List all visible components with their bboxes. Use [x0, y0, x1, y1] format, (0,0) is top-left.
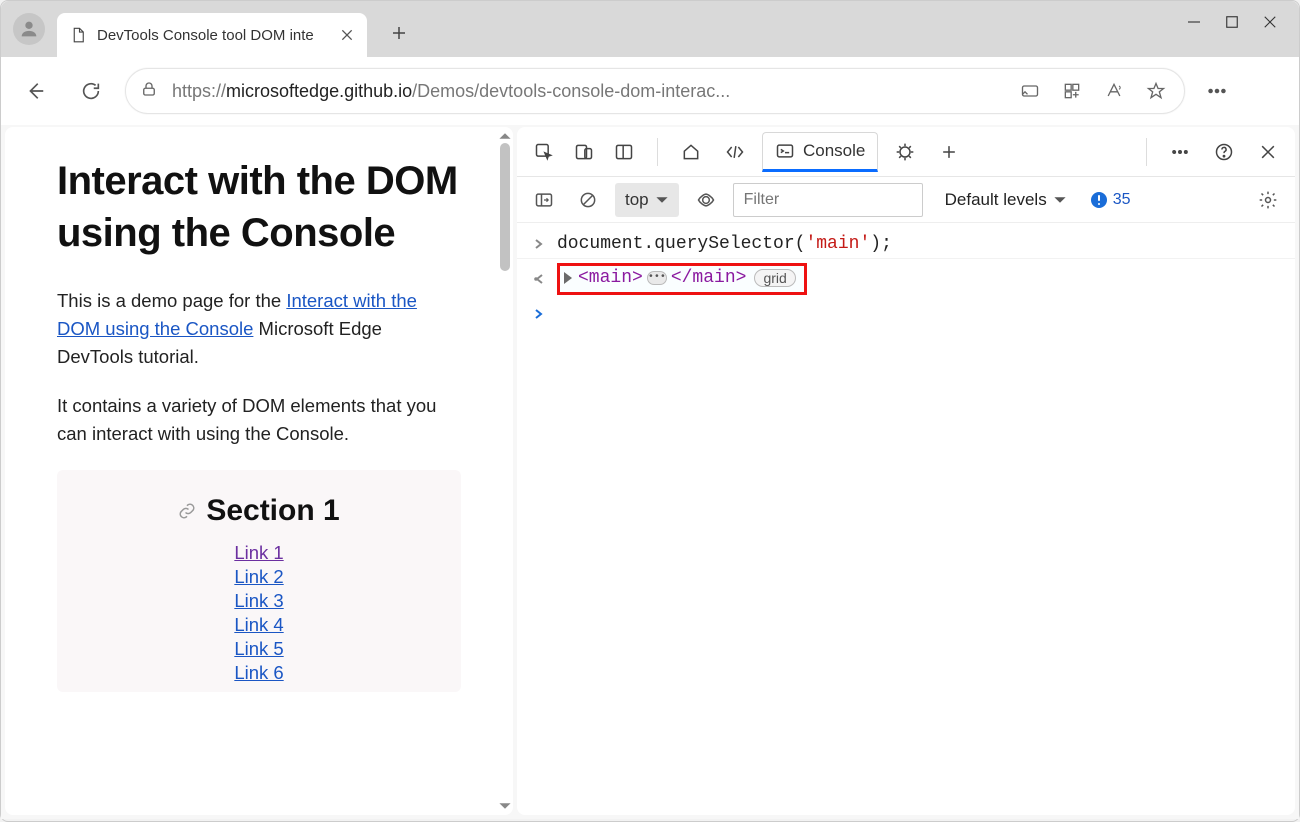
section-1: Section 1 Link 1 Link 2 Link 3 Link 4 Li… — [57, 470, 461, 692]
output-chevron-icon — [531, 273, 547, 285]
collections-icon[interactable] — [1058, 77, 1086, 105]
console-input-row: document.querySelector('main'); — [517, 229, 1295, 259]
input-chevron-icon — [531, 238, 547, 250]
prompt-chevron-icon — [531, 308, 547, 320]
devtools-help-button[interactable] — [1207, 135, 1241, 169]
execution-context-selector[interactable]: top — [615, 183, 679, 217]
enter-immersive-reader-icon[interactable] — [1016, 77, 1044, 105]
scrollbar-thumb[interactable] — [500, 143, 510, 271]
page-icon — [69, 26, 87, 44]
expand-triangle-icon[interactable] — [564, 272, 572, 284]
log-levels-selector[interactable]: Default levels — [945, 190, 1067, 210]
console-command: document.querySelector('main'); — [557, 234, 892, 254]
refresh-button[interactable] — [69, 69, 113, 113]
console-tab[interactable]: Console — [762, 132, 878, 172]
url-text: https://microsoftedge.github.io/Demos/de… — [172, 81, 1002, 102]
back-button[interactable] — [13, 69, 57, 113]
list-link[interactable]: Link 5 — [234, 638, 283, 660]
page-viewport: Interact with the DOM using the Console … — [5, 127, 513, 815]
console-icon — [775, 141, 795, 161]
settings-and-more-button[interactable] — [1197, 69, 1237, 113]
elements-tab-icon[interactable] — [718, 135, 752, 169]
read-aloud-icon[interactable] — [1100, 77, 1128, 105]
console-settings-button[interactable] — [1251, 183, 1285, 217]
favorite-icon[interactable] — [1142, 77, 1170, 105]
console-result-element[interactable]: <main> ••• </main> grid — [557, 263, 807, 295]
inspect-element-button[interactable] — [527, 135, 561, 169]
page-scrollbar[interactable] — [495, 127, 513, 815]
clear-console-button[interactable] — [571, 183, 605, 217]
more-tabs-button[interactable] — [932, 135, 966, 169]
address-bar[interactable]: https://microsoftedge.github.io/Demos/de… — [125, 68, 1185, 114]
console-toolbar: top Default levels 35 — [517, 177, 1295, 223]
issues-tab-icon[interactable] — [888, 135, 922, 169]
page-heading: Interact with the DOM using the Console — [57, 155, 461, 259]
profile-button[interactable] — [13, 13, 45, 45]
console-result-row: <main> ••• </main> grid — [517, 259, 1295, 299]
list-link[interactable]: Link 4 — [234, 614, 283, 636]
console-filter-input[interactable] — [733, 183, 923, 217]
browser-toolbar: https://microsoftedge.github.io/Demos/de… — [1, 57, 1299, 125]
toggle-sidebar-button[interactable] — [527, 183, 561, 217]
console-output: document.querySelector('main'); <main> •… — [517, 223, 1295, 815]
chevron-down-icon — [1053, 193, 1067, 207]
chevron-down-icon — [655, 193, 669, 207]
console-prompt-row[interactable] — [517, 299, 1295, 329]
maximize-button[interactable] — [1223, 13, 1241, 36]
device-toolbar-button[interactable] — [567, 135, 601, 169]
ellipsis-icon[interactable]: ••• — [647, 271, 667, 285]
list-link[interactable]: Link 3 — [234, 590, 283, 612]
close-tab-button[interactable] — [339, 27, 355, 43]
list-link[interactable]: Link 2 — [234, 566, 283, 588]
devtools-tabstrip: Console — [517, 127, 1295, 177]
anchor-link-icon — [178, 502, 196, 520]
window-titlebar: DevTools Console tool DOM inte — [1, 1, 1299, 57]
dock-side-button[interactable] — [607, 135, 641, 169]
devtools-panel: Console top Default levels — [517, 127, 1295, 815]
live-expression-button[interactable] — [689, 183, 723, 217]
issues-counter[interactable]: 35 — [1091, 191, 1131, 209]
new-tab-button[interactable] — [379, 13, 419, 53]
lock-icon — [140, 80, 158, 103]
console-tab-label: Console — [803, 141, 865, 161]
grid-badge[interactable]: grid — [754, 269, 795, 287]
welcome-tab-icon[interactable] — [674, 135, 708, 169]
body-paragraph: It contains a variety of DOM elements th… — [57, 392, 461, 448]
intro-paragraph: This is a demo page for the Interact wit… — [57, 287, 461, 370]
list-link[interactable]: Link 6 — [234, 662, 283, 684]
close-window-button[interactable] — [1261, 13, 1279, 36]
section-links: Link 1 Link 2 Link 3 Link 4 Link 5 Link … — [81, 542, 437, 684]
devtools-close-button[interactable] — [1251, 135, 1285, 169]
tab-title: DevTools Console tool DOM inte — [97, 27, 329, 44]
minimize-button[interactable] — [1185, 13, 1203, 36]
list-link[interactable]: Link 1 — [234, 542, 283, 564]
info-icon — [1091, 192, 1107, 208]
section-heading: Section 1 — [178, 494, 339, 528]
devtools-more-button[interactable] — [1163, 135, 1197, 169]
browser-tab[interactable]: DevTools Console tool DOM inte — [57, 13, 367, 57]
